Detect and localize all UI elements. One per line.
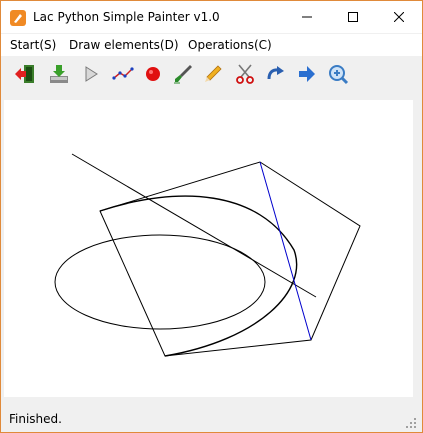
drawing-canvas[interactable] — [4, 100, 413, 397]
status-text: Finished. — [9, 412, 62, 426]
play-button[interactable] — [78, 61, 104, 87]
maximize-icon — [348, 12, 358, 22]
menu-bar: Start(S) Draw elements(D) Operations(C) — [1, 34, 422, 56]
minimize-button[interactable] — [284, 1, 330, 33]
record-dot-icon — [146, 67, 160, 81]
pencil-button[interactable] — [200, 61, 226, 87]
redo-arrow-icon — [267, 66, 284, 80]
maximize-button[interactable] — [330, 1, 376, 33]
exit-icon — [15, 65, 34, 83]
status-bar: Finished. — [1, 407, 422, 432]
app-window: Lac Python Simple Painter v1.0 Start(S) … — [0, 0, 423, 433]
minimize-icon — [302, 16, 312, 18]
menu-draw-elements[interactable]: Draw elements(D) — [69, 38, 179, 52]
close-icon — [394, 12, 404, 22]
window-title: Lac Python Simple Painter v1.0 — [33, 10, 220, 24]
drawn-pentagon — [99, 161, 361, 357]
forward-button[interactable] — [294, 61, 320, 87]
pencil-icon — [205, 65, 222, 82]
drawn-blue-line — [259, 161, 312, 341]
resize-grip-icon[interactable] — [406, 418, 416, 428]
point-button[interactable] — [140, 61, 166, 87]
forward-arrow-icon — [299, 66, 315, 82]
redo-button[interactable] — [263, 61, 289, 87]
zoom-button[interactable] — [325, 61, 351, 87]
toolbar — [1, 57, 422, 91]
close-button[interactable] — [376, 1, 422, 33]
zoom-in-icon — [329, 65, 349, 85]
exit-button[interactable] — [12, 61, 38, 87]
play-icon — [85, 66, 98, 82]
canvas-drawing — [54, 153, 361, 357]
cut-button[interactable] — [232, 61, 258, 87]
scissors-icon — [236, 64, 254, 84]
polyline-icon — [112, 67, 134, 80]
save-button[interactable] — [46, 61, 72, 87]
polyline-button[interactable] — [110, 61, 136, 87]
brush-button[interactable] — [170, 61, 196, 87]
save-icon — [50, 65, 68, 83]
title-bar[interactable]: Lac Python Simple Painter v1.0 — [1, 1, 422, 33]
brush-icon — [174, 65, 192, 84]
drawn-line — [71, 153, 317, 298]
app-logo-icon — [10, 10, 26, 26]
menu-start[interactable]: Start(S) — [10, 38, 56, 52]
menu-operations[interactable]: Operations(C) — [188, 38, 272, 52]
